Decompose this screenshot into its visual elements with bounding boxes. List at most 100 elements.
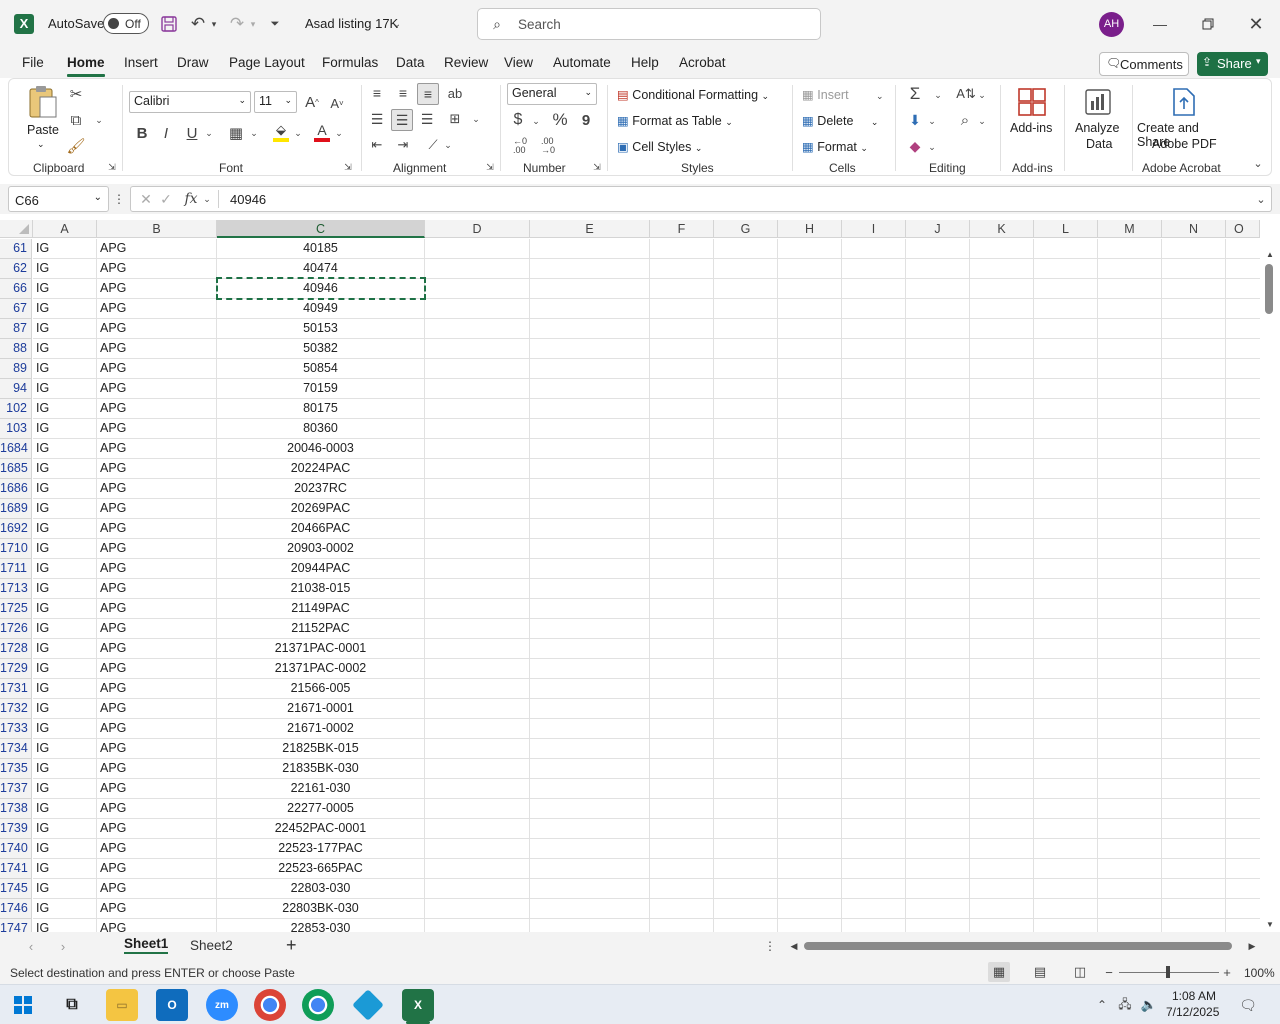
number-format-select[interactable]: General ⌄	[507, 83, 597, 105]
fill-dropdown-icon[interactable]: ⌄	[293, 127, 303, 139]
cell[interactable]: IG	[33, 759, 97, 779]
decrease-font-icon[interactable]: A ˅	[327, 93, 347, 113]
network-icon[interactable]: 🖧	[1116, 995, 1134, 1015]
cell[interactable]: APG	[97, 399, 217, 419]
cell-styles-button[interactable]: ▣ Cell Styles ⌄	[617, 139, 702, 154]
cell[interactable]: 21371PAC-0002	[217, 659, 425, 679]
copy-dropdown-icon[interactable]: ⌄	[94, 113, 104, 127]
column-header[interactable]: A	[33, 220, 97, 238]
percent-icon[interactable]: %	[549, 109, 571, 131]
font-color-icon[interactable]: A	[312, 121, 332, 143]
fill-color-icon[interactable]: ⬙	[271, 121, 291, 143]
cell[interactable]: APG	[97, 519, 217, 539]
copy-icon[interactable]: ⧉	[67, 111, 85, 129]
cell[interactable]: 50854	[217, 359, 425, 379]
cell[interactable]: IG	[33, 579, 97, 599]
horizontal-scroll-thumb[interactable]	[804, 942, 1232, 950]
sort-filter-icon[interactable]: A⇅	[956, 83, 976, 105]
row-header[interactable]: 1733	[0, 719, 32, 739]
cell[interactable]: 22803BK-030	[217, 899, 425, 919]
row-header[interactable]: 1741	[0, 859, 32, 879]
borders-icon[interactable]: ▦	[227, 123, 245, 143]
wrap-text-icon[interactable]: ab	[445, 83, 465, 103]
cell[interactable]: IG	[33, 259, 97, 279]
cell[interactable]: IG	[33, 359, 97, 379]
cell[interactable]: APG	[97, 419, 217, 439]
cell[interactable]: APG	[97, 259, 217, 279]
cell[interactable]: IG	[33, 659, 97, 679]
clear-icon[interactable]: ◆	[906, 135, 924, 157]
sort-dropdown-icon[interactable]: ⌄	[977, 89, 987, 101]
cell[interactable]: APG	[97, 599, 217, 619]
borders-dropdown-icon[interactable]: ⌄	[249, 127, 259, 139]
row-header[interactable]: 1740	[0, 839, 32, 859]
row-header[interactable]: 1735	[0, 759, 32, 779]
menu-data[interactable]: Data	[396, 55, 425, 70]
save-icon[interactable]	[158, 13, 180, 35]
cell[interactable]: IG	[33, 639, 97, 659]
cell[interactable]: 21149PAC	[217, 599, 425, 619]
cell[interactable]: 22803-030	[217, 879, 425, 899]
align-center-icon[interactable]: ☰	[391, 109, 413, 131]
cell[interactable]: APG	[97, 439, 217, 459]
zoom-level[interactable]: 100%	[1244, 966, 1275, 980]
decrease-decimal-icon[interactable]: .00 →0	[537, 135, 559, 157]
cell[interactable]: APG	[97, 619, 217, 639]
cell[interactable]: IG	[33, 299, 97, 319]
merge-dropdown-icon[interactable]: ⌄	[471, 113, 481, 125]
underline-dropdown-icon[interactable]: ⌄	[204, 127, 214, 139]
decrease-indent-icon[interactable]: ⇤	[367, 135, 387, 155]
cell[interactable]: IG	[33, 379, 97, 399]
cell[interactable]: IG	[33, 899, 97, 919]
menu-file[interactable]: File	[22, 55, 44, 70]
cell[interactable]: 21835BK-030	[217, 759, 425, 779]
fill-dropdown-icon[interactable]: ⌄	[927, 115, 937, 127]
row-header[interactable]: 1713	[0, 579, 32, 599]
comments-button[interactable]: 🗨 Comments	[1099, 52, 1189, 76]
cell[interactable]: APG	[97, 799, 217, 819]
zoom-slider-thumb[interactable]	[1166, 966, 1170, 978]
cell[interactable]: IG	[33, 539, 97, 559]
row-header[interactable]: 1692	[0, 519, 32, 539]
cell[interactable]: 20466PAC	[217, 519, 425, 539]
row-header[interactable]: 1747	[0, 919, 32, 932]
search-box[interactable]: ⌕ Search	[477, 8, 821, 40]
cell[interactable]: APG	[97, 759, 217, 779]
cell[interactable]: APG	[97, 579, 217, 599]
menu-insert[interactable]: Insert	[124, 55, 158, 70]
sheet-tab-sheet2[interactable]: Sheet2	[190, 938, 233, 953]
column-header[interactable]: G	[714, 220, 778, 238]
customize-toolbar-icon[interactable]: ⏷	[266, 14, 284, 34]
addins-button[interactable]: Add-ins	[1007, 85, 1057, 145]
column-header[interactable]: D	[425, 220, 530, 238]
restore-icon[interactable]	[1196, 12, 1220, 36]
tab-split-icon[interactable]: ⋮	[764, 938, 776, 954]
function-dropdown-icon[interactable]: ⌄	[202, 193, 212, 205]
cell[interactable]: IG	[33, 559, 97, 579]
menu-automate[interactable]: Automate	[553, 55, 611, 70]
cell[interactable]: 20269PAC	[217, 499, 425, 519]
cell[interactable]: IG	[33, 719, 97, 739]
cell[interactable]: 20237RC	[217, 479, 425, 499]
row-header[interactable]: 1728	[0, 639, 32, 659]
insert-cells-button[interactable]: ▦ Insert ⌄	[802, 87, 884, 102]
menu-page-layout[interactable]: Page Layout	[229, 55, 305, 70]
row-header[interactable]: 1689	[0, 499, 32, 519]
cell[interactable]: APG	[97, 659, 217, 679]
number-launcher-icon[interactable]: ⇲	[592, 161, 602, 173]
align-top-icon[interactable]: ≡	[367, 83, 387, 103]
cell[interactable]: IG	[33, 799, 97, 819]
volume-icon[interactable]: 🔈	[1140, 995, 1158, 1015]
cell[interactable]: 20224PAC	[217, 459, 425, 479]
cell[interactable]: APG	[97, 279, 217, 299]
conditional-formatting-button[interactable]: ▤ Conditional Formatting ⌄	[617, 87, 769, 102]
file-explorer-icon[interactable]: ▭	[106, 989, 138, 1021]
row-header[interactable]: 1738	[0, 799, 32, 819]
cancel-entry-icon[interactable]: ✕	[138, 190, 154, 208]
cell[interactable]: APG	[97, 739, 217, 759]
row-header[interactable]: 1710	[0, 539, 32, 559]
cell[interactable]: 20046-0003	[217, 439, 425, 459]
cell[interactable]: IG	[33, 459, 97, 479]
cell[interactable]: 22277-0005	[217, 799, 425, 819]
format-painter-icon[interactable]: 🖌	[66, 137, 85, 155]
